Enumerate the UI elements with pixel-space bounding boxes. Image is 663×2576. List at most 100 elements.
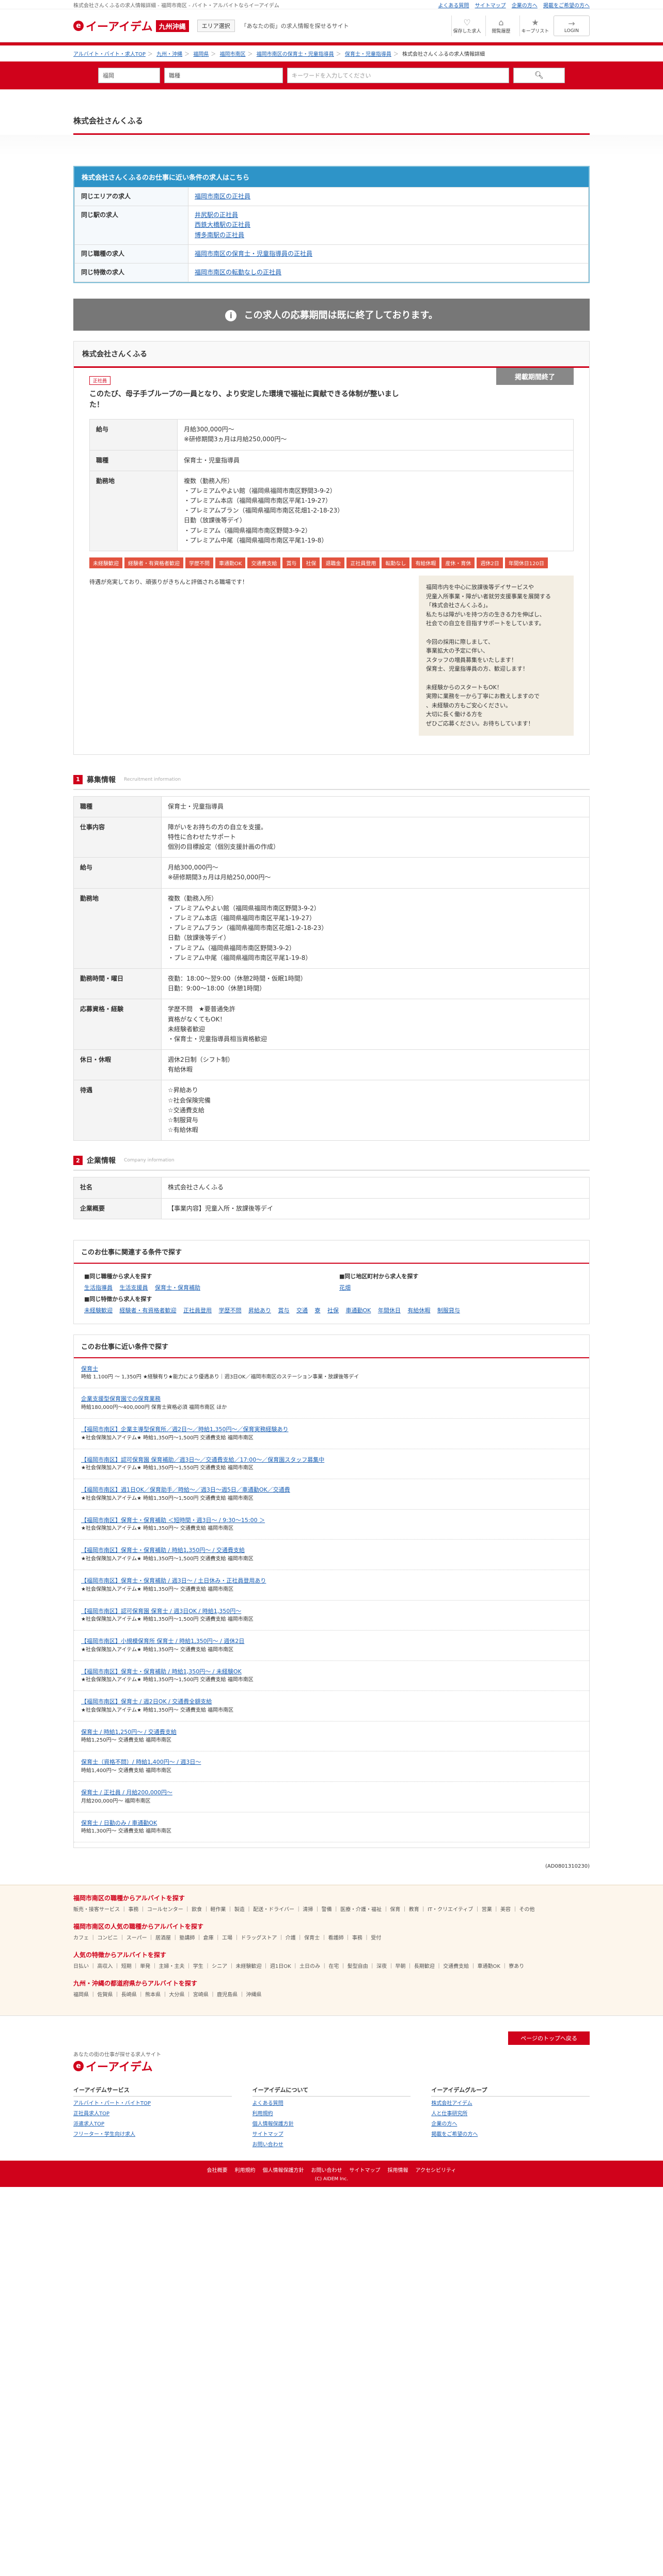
nearby-job-desc: ★社会保険加入アイテム★ 時給1,350円～1,500円 交通費支給 福岡市南区 xyxy=(81,1435,254,1441)
nearby-job-link[interactable]: 【福岡市南区】認可保育園 保育士 / 週3日OK / 時給1,350円～ xyxy=(81,1607,582,1616)
footer-bottom-link[interactable]: 個人情報保護方針 xyxy=(263,2166,304,2174)
nearby-job-link[interactable]: 保育士（資格不問）/ 時給1,400円～ / 週3日～ xyxy=(81,1758,582,1767)
related-link[interactable]: 社保 xyxy=(327,1307,339,1314)
logo-text: イーアイデム xyxy=(86,21,153,34)
login-button[interactable]: → LOGIN xyxy=(554,15,590,36)
related-label: ■同じ地区町村から求人を探す xyxy=(339,1273,419,1280)
footer-link[interactable]: 企業の方へ xyxy=(431,2119,590,2130)
related-link[interactable]: 正社員登用 xyxy=(183,1307,212,1314)
related-link[interactable]: 寮 xyxy=(315,1307,321,1314)
breadcrumb-item[interactable]: 福岡市南区の保育士・児童指導員 xyxy=(257,52,334,57)
footer-link[interactable]: よくある質問 xyxy=(252,2099,411,2109)
site-logo[interactable]: e イーアイデム 九州沖縄 xyxy=(73,18,189,34)
related-link[interactable]: 花畑 xyxy=(339,1284,351,1291)
saved-jobs-button[interactable]: ♡ 保存した求人 xyxy=(451,15,482,36)
row-value: 夜勤：18:00～翌9:00（休憩2時間・仮眠1時間） xyxy=(168,974,307,982)
footer-bottom-link[interactable]: 採用情報 xyxy=(388,2166,408,2174)
related-heading: このお仕事に関連する条件で探す xyxy=(74,1240,589,1264)
table-row: 勤務地 複数（勤務入所） ・プレミアムやよい館（福岡県福岡市南区野間3-9-2）… xyxy=(73,888,590,969)
info-icon: i xyxy=(225,310,237,322)
nearby-job-link[interactable]: 【福岡市南区】保育士・保育補助 / 時給1,350円～ / 未経験OK xyxy=(81,1667,582,1677)
condition-link[interactable]: 福岡市南区の転勤なしの正社員 xyxy=(195,268,582,277)
footer-link[interactable]: お問い合わせ xyxy=(252,2140,411,2150)
keep-list-button[interactable]: ★ キープリスト xyxy=(519,15,550,36)
condition-link[interactable]: 博多南駅の正社員 xyxy=(195,230,582,240)
related-link[interactable]: 制服貸与 xyxy=(437,1307,460,1314)
keyword-input[interactable]: キーワードを入力してください xyxy=(287,68,509,83)
top-link-advertise[interactable]: 掲載をご希望の方へ xyxy=(543,3,590,9)
nearby-job-link[interactable]: 【福岡市南区】週1日OK／保育助手／時給～／週3日～週5日／車通勤OK／交通費 xyxy=(81,1485,582,1495)
feature-tag: 年間休日120日 xyxy=(504,557,548,568)
footer-bottom-link[interactable]: 会社概要 xyxy=(207,2166,228,2174)
condition-link[interactable]: 福岡市南区の保育士・児童指導員の正社員 xyxy=(195,249,582,259)
footer-link[interactable]: アルバイト・パート・バイトTOP xyxy=(73,2099,232,2109)
condition-link[interactable]: 井尻駅の正社員 xyxy=(195,210,582,220)
feature-tag: 車通勤OK xyxy=(215,557,246,568)
footer-link[interactable]: 人と仕事研究所 xyxy=(431,2109,590,2119)
footer-link[interactable]: 派遣求人TOP xyxy=(73,2119,232,2130)
related-link[interactable]: 経験者・有資格者歓迎 xyxy=(120,1307,177,1314)
table-row: 給与 月給300,000円～ ※研修期間3ヵ月は月給250,000円～ xyxy=(89,419,574,451)
breadcrumb-item[interactable]: 福岡市南区 xyxy=(219,52,245,57)
nearby-job-link[interactable]: 【福岡市南区】保育士 / 週2日OK / 交通費全額支給 xyxy=(81,1697,582,1706)
area-links-list[interactable]: 福岡県 ｜ 佐賀県 ｜ 長崎県 ｜ 熊本県 ｜ 大分県 ｜ 宮崎県 ｜ 鹿児島県… xyxy=(73,1991,590,2000)
condition-link[interactable]: 福岡市南区の正社員 xyxy=(195,192,582,201)
breadcrumb-item[interactable]: 福岡県 xyxy=(193,52,209,57)
related-link[interactable]: 保育士・保育補助 xyxy=(155,1284,200,1291)
nearby-job-link[interactable]: 保育士 / 正社員 / 月給200,000円～ xyxy=(81,1788,582,1797)
related-link[interactable]: 車通勤OK xyxy=(346,1307,371,1314)
nearby-job-link[interactable]: 【福岡市南区】認可保育園 保育補助／週3日～／交通費支給／17:00～／保育園ス… xyxy=(81,1455,582,1465)
history-button[interactable]: ⌂ 閲覧履歴 xyxy=(485,15,516,36)
job-type-select[interactable]: 職種 xyxy=(164,68,283,83)
nearby-job-link[interactable]: 【福岡市南区】企業主導型保育所／週2日～／時給1,350円～／保育実務経験あり xyxy=(81,1425,582,1434)
footer-bottom-link[interactable]: お問い合わせ xyxy=(311,2166,342,2174)
nearby-job-link[interactable]: 【福岡市南区】保育士・保育補助 ＜短時間・週3日～ / 9:30～15:00 ＞ xyxy=(81,1516,582,1525)
footer-link[interactable]: フリーター・学生向け求人 xyxy=(73,2130,232,2140)
top-link-faq[interactable]: よくある質問 xyxy=(438,3,469,9)
area-links-list[interactable]: 日払い ｜ 高収入 ｜ 短期 ｜ 単発 ｜ 主婦・主夫 ｜ 学生 ｜ シニア ｜… xyxy=(73,1962,590,1972)
condition-link[interactable]: 西鉄大橋駅の正社員 xyxy=(195,220,582,230)
nearby-job-link[interactable]: 【福岡市南区】保育士・保育補助 / 週3日～ / 土日休み・正社員登用あり xyxy=(81,1576,582,1586)
nearby-job-link[interactable]: 保育士 xyxy=(81,1364,582,1374)
search-button[interactable]: 🔍︎ xyxy=(513,68,565,83)
area-links-list[interactable]: 販売・接客サービス ｜ 事務 ｜ コールセンター ｜ 飲食 ｜ 軽作業 ｜ 製造… xyxy=(73,1905,590,1915)
top-link-sitemap[interactable]: サイトマップ xyxy=(475,3,506,9)
breadcrumb-item[interactable]: 保育士・児童指導員 xyxy=(345,52,391,57)
related-link[interactable]: 年間休日 xyxy=(378,1307,401,1314)
nearby-job-link[interactable]: 保育士 / 日勤のみ / 車通勤OK xyxy=(81,1819,582,1828)
feature-tag: 賞与 xyxy=(282,557,301,568)
area-links-list[interactable]: カフェ ｜ コンビニ ｜ スーパー ｜ 居酒屋 ｜ 塾講師 ｜ 倉庫 ｜ 工場 … xyxy=(73,1934,590,1943)
page-top-button[interactable]: ページのトップへ戻る xyxy=(508,2031,590,2045)
top-link-corporate[interactable]: 企業の方へ xyxy=(512,3,538,9)
nearby-job-link[interactable]: 【福岡市南区】保育士・保育補助 / 時給1,350円～ / 交通費支給 xyxy=(81,1546,582,1555)
related-link[interactable]: 賞与 xyxy=(278,1307,290,1314)
row-label: 同じ駅の求人 xyxy=(74,206,188,245)
nearby-job-link[interactable]: 保育士 / 時給1,250円～ / 交通費支給 xyxy=(81,1728,582,1737)
breadcrumb-item[interactable]: アルバイト・バイト・求人TOP xyxy=(73,52,146,57)
related-link[interactable]: 生活支援員 xyxy=(120,1284,148,1291)
footer-link[interactable]: 掲載をご希望の方へ xyxy=(431,2130,590,2140)
footer-link[interactable]: 株式会社アイデム xyxy=(431,2099,590,2109)
nearby-job-link[interactable]: 【福岡市南区】小規模保育所 保育士 / 時給1,350円～ / 週休2日 xyxy=(81,1637,582,1646)
related-link[interactable]: 昇給あり xyxy=(248,1307,271,1314)
related-link[interactable]: 有給休暇 xyxy=(407,1307,430,1314)
footer-logo[interactable]: e イーアイデム xyxy=(73,2058,590,2074)
related-link[interactable]: 交通 xyxy=(296,1307,308,1314)
footer-bottom-link[interactable]: 利用規約 xyxy=(235,2166,256,2174)
footer-bottom-link[interactable]: アクセシビリティ xyxy=(416,2166,456,2174)
related-link[interactable]: 学歴不問 xyxy=(219,1307,242,1314)
nearby-job-link[interactable]: 企業支援型保育園での保育業務 xyxy=(81,1394,582,1404)
footer-link[interactable]: 個人情報保護方針 xyxy=(252,2119,411,2130)
area-select-button[interactable]: エリア選択 xyxy=(197,20,235,32)
footer-link[interactable]: 利用規約 xyxy=(252,2109,411,2119)
breadcrumb-item[interactable]: 九州・沖縄 xyxy=(156,52,182,57)
footer-col-title: イーアイデムグループ xyxy=(431,2085,590,2097)
footer-link[interactable]: サイトマップ xyxy=(252,2130,411,2140)
related-link[interactable]: 未経験歓迎 xyxy=(84,1307,113,1314)
prefecture-select[interactable]: 福岡 xyxy=(98,68,160,83)
footer-link[interactable]: 正社員求人TOP xyxy=(73,2109,232,2119)
row-value: ・プレミアム（福岡県福岡市南区野間3-9-2） xyxy=(184,526,311,534)
nearby-job-desc: ★社会保険加入アイテム★ 時給1,350円～1,550円 交通費支給 福岡市南区 xyxy=(81,1465,254,1471)
related-link[interactable]: 生活指導員 xyxy=(84,1284,113,1291)
footer-bottom-link[interactable]: サイトマップ xyxy=(350,2166,381,2174)
